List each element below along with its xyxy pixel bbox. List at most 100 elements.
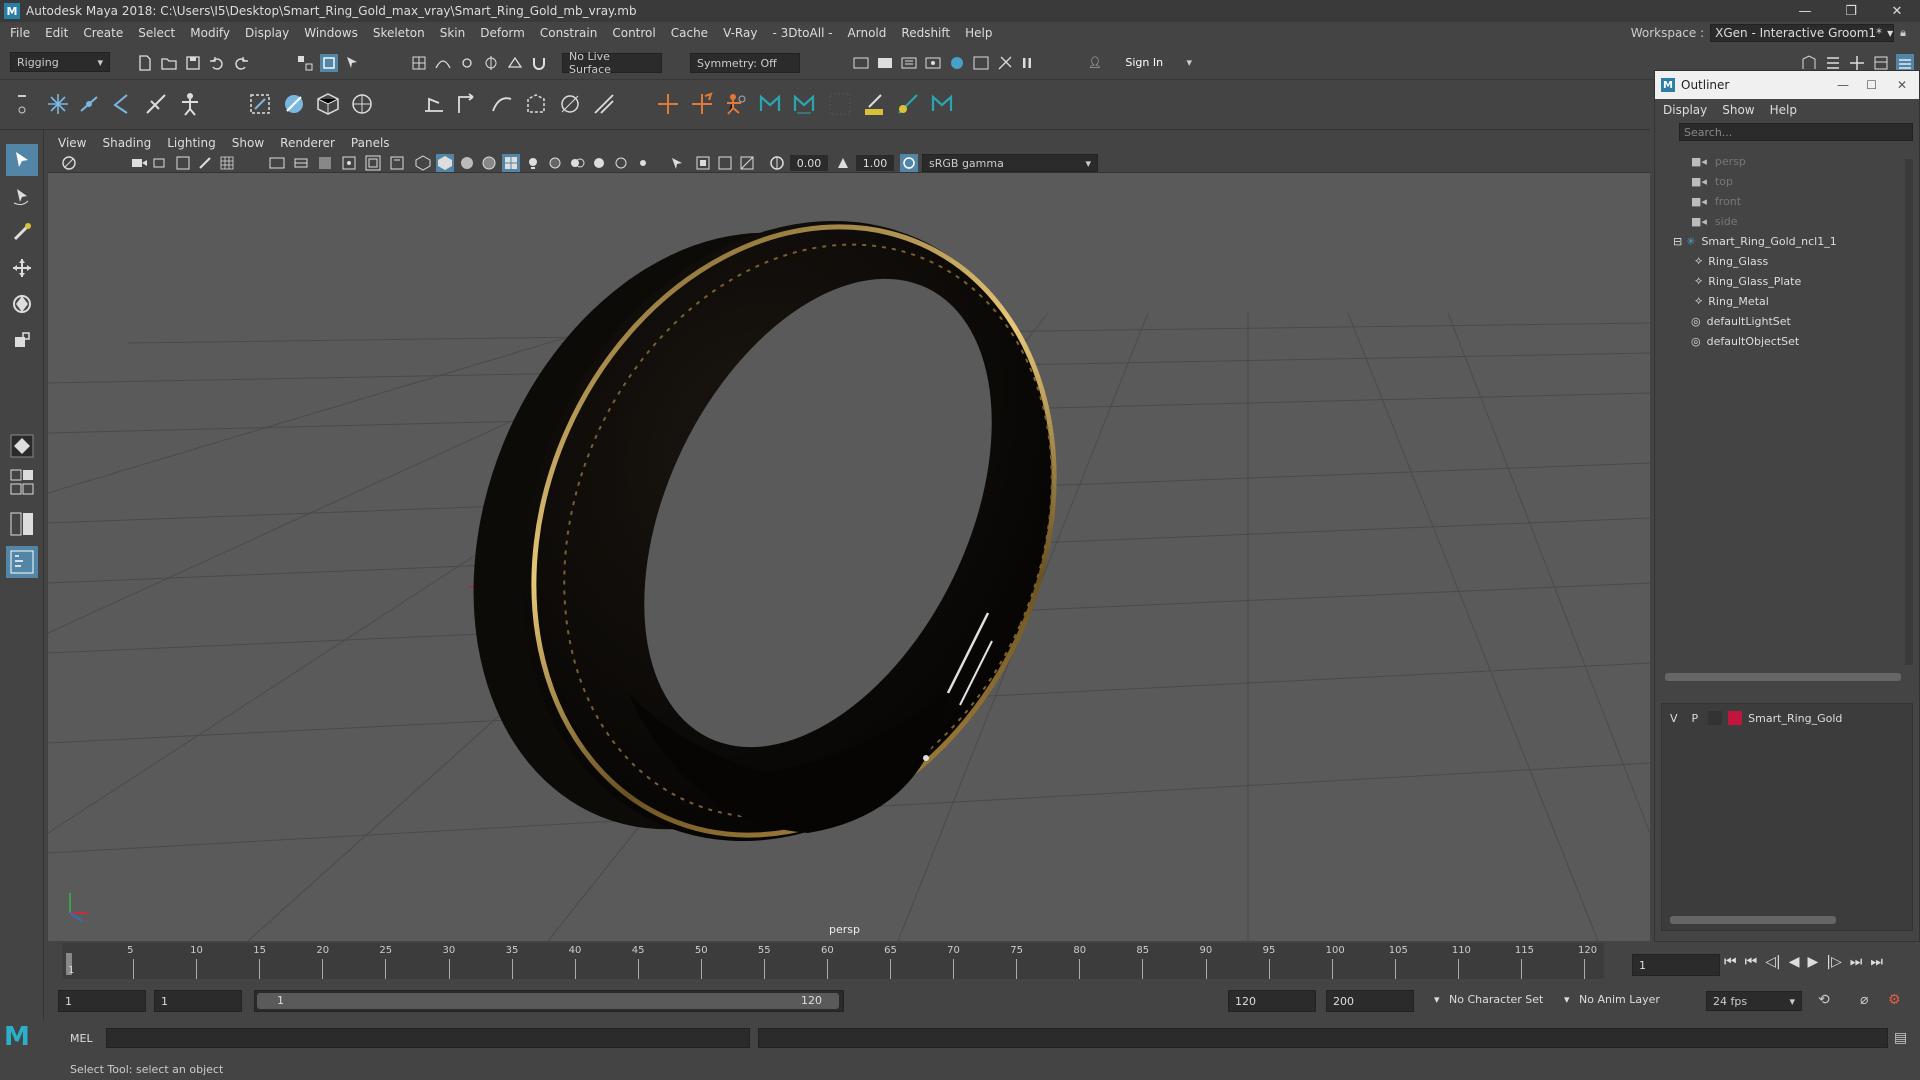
outliner-horizontal-scrollbar[interactable] [1665, 673, 1901, 681]
play-backwards-icon[interactable]: ◀ [1789, 954, 1800, 970]
playback-start-field[interactable]: 1 [154, 990, 242, 1012]
viewport-persp[interactable]: persp [48, 133, 1650, 941]
snap-grid-icon[interactable] [410, 54, 428, 72]
redo-icon[interactable] [232, 54, 250, 72]
workspace-dropdown[interactable]: XGen - Interactive Groom1* ▾ [1710, 24, 1895, 42]
menu-skin[interactable]: Skin [440, 26, 466, 40]
gate-mask-icon[interactable] [316, 154, 334, 172]
viewport-menu-lighting[interactable]: Lighting [167, 136, 216, 150]
gamma-icon[interactable] [834, 154, 852, 172]
multisample-aa-icon[interactable] [612, 154, 630, 172]
resolution-gate-icon[interactable] [292, 154, 310, 172]
layout-outliner-persp-icon[interactable] [6, 546, 38, 578]
snap-curve-icon[interactable] [434, 54, 452, 72]
use-all-lights-icon[interactable] [524, 154, 542, 172]
end-time-field[interactable]: 200 [1326, 990, 1414, 1012]
human-ik-icon[interactable] [756, 90, 784, 118]
depth-of-field-icon[interactable] [634, 154, 652, 172]
deformer-icon[interactable] [522, 90, 550, 118]
select-hierarchy-icon[interactable] [296, 54, 314, 72]
human-ik-control-icon[interactable] [790, 90, 818, 118]
menu-windows[interactable]: Windows [304, 26, 358, 40]
smooth-shade-icon[interactable] [436, 154, 454, 172]
go-to-end-icon[interactable]: ⏭ [1870, 954, 1883, 970]
quick-rig-icon[interactable] [176, 90, 204, 118]
sculpt-deformer-icon[interactable] [590, 90, 618, 118]
snap-point-icon[interactable] [458, 54, 476, 72]
layer-playback-toggle[interactable]: P [1692, 712, 1699, 725]
outliner-item-smart-ring-group[interactable]: ⊟ ✳ Smart_Ring_Gold_ncl1_1 [1673, 231, 1837, 251]
xray-components-icon[interactable] [738, 154, 756, 172]
lasso-tool-icon[interactable] [6, 180, 38, 212]
start-time-field[interactable]: 1 [58, 990, 146, 1012]
shadows-icon[interactable] [546, 154, 564, 172]
outliner-menu-display[interactable]: Display [1663, 103, 1707, 117]
xray-joints-icon[interactable] [716, 154, 734, 172]
collapse-icon[interactable]: ⊟ [1673, 235, 1682, 248]
step-forward-key-icon[interactable]: ⏭︎ [1850, 954, 1863, 970]
script-language-toggle[interactable]: MEL [70, 1032, 93, 1045]
render-view-icon[interactable] [972, 54, 990, 72]
outliner-item-default-object-set[interactable]: ◎ defaultObjectSet [1691, 331, 1799, 351]
paint-select-tool-icon[interactable] [6, 216, 38, 248]
ik-handle-icon[interactable] [420, 90, 448, 118]
paint-skin-weights-icon[interactable] [280, 90, 308, 118]
view-transform-dropdown[interactable]: sRGB gamma ▾ [922, 154, 1098, 172]
motion-blur-icon[interactable] [590, 154, 608, 172]
layout-single-icon[interactable] [6, 466, 38, 506]
viewport-menu-show[interactable]: Show [232, 136, 264, 150]
live-surface-field[interactable]: No Live Surface [562, 50, 662, 76]
sign-in-button[interactable]: 👤︎ Sign In ▾ [1082, 52, 1198, 72]
outliner-item-ring-glass-plate[interactable]: ⟡ Ring_Glass_Plate [1695, 271, 1801, 291]
cluster-icon[interactable] [348, 90, 376, 118]
range-slider-handle[interactable] [257, 993, 839, 1009]
viewport-menu-shading[interactable]: Shading [102, 136, 151, 150]
menu-arnold[interactable]: Arnold [848, 26, 887, 40]
layer-color-swatch[interactable] [1728, 711, 1743, 725]
ipr-render-icon[interactable] [900, 54, 918, 72]
paint-blend-shape-icon[interactable] [894, 90, 922, 118]
menu-display[interactable]: Display [245, 26, 289, 40]
layer-row[interactable]: V P Smart_Ring_Gold [1670, 708, 1842, 728]
outliner-item-default-light-set[interactable]: ◎ defaultLightSet [1691, 311, 1791, 331]
outliner-item-side[interactable]: ■◂ side [1691, 211, 1737, 231]
rotate-tool-icon[interactable] [6, 288, 38, 320]
vray-tools-icon[interactable] [996, 54, 1014, 72]
layer-visibility-toggle[interactable]: V [1670, 712, 1678, 725]
mirror-joint-icon[interactable] [108, 90, 136, 118]
menu-help[interactable]: Help [965, 26, 992, 40]
aim-constraint-icon[interactable] [688, 90, 716, 118]
default-material-icon[interactable] [458, 154, 476, 172]
pause-icon[interactable] [1018, 54, 1036, 72]
field-chart-icon[interactable] [340, 154, 358, 172]
playback-end-field[interactable]: 120 [1228, 990, 1316, 1012]
orient-joint-icon[interactable] [142, 90, 170, 118]
color-management-icon[interactable] [900, 154, 918, 172]
exposure-icon[interactable] [768, 154, 786, 172]
grease-pencil-icon[interactable] [196, 154, 214, 172]
layer-reference-toggle[interactable] [1708, 711, 1723, 725]
menu-skeleton[interactable]: Skeleton [373, 26, 425, 40]
outliner-close-button[interactable]: ✕ [1897, 78, 1907, 92]
soft-select-icon[interactable] [6, 430, 38, 462]
wireframe-on-shaded-icon[interactable] [480, 154, 498, 172]
outliner-menu-show[interactable]: Show [1722, 103, 1754, 117]
anim-layer-dropdown[interactable]: ▾ No Anim Layer [1564, 993, 1660, 1006]
outliner-vertical-scrollbar[interactable] [1905, 159, 1913, 665]
layout-two-pane-icon[interactable] [6, 508, 38, 540]
outliner-item-top[interactable]: ■◂ top [1691, 171, 1733, 191]
outliner-menu-help[interactable]: Help [1770, 103, 1797, 117]
outliner-maximize-button[interactable]: ☐ [1866, 78, 1877, 92]
render-settings-icon[interactable] [924, 54, 942, 72]
make-live-icon[interactable] [506, 54, 524, 72]
ik-spline-handle-icon[interactable] [488, 90, 516, 118]
outliner-search-input[interactable]: Search... [1679, 123, 1913, 141]
ik-spline-icon[interactable] [454, 90, 482, 118]
outliner-minimize-button[interactable]: — [1837, 78, 1849, 92]
wireframe-icon[interactable] [414, 154, 432, 172]
wire-deformer-icon[interactable] [556, 90, 584, 118]
go-to-start-icon[interactable]: ⏮ [1724, 954, 1737, 970]
outliner-item-ring-glass[interactable]: ⟡ Ring_Glass [1695, 251, 1768, 271]
character-set-dropdown[interactable]: ▾ No Character Set [1434, 993, 1543, 1006]
insert-joint-icon[interactable] [76, 90, 104, 118]
